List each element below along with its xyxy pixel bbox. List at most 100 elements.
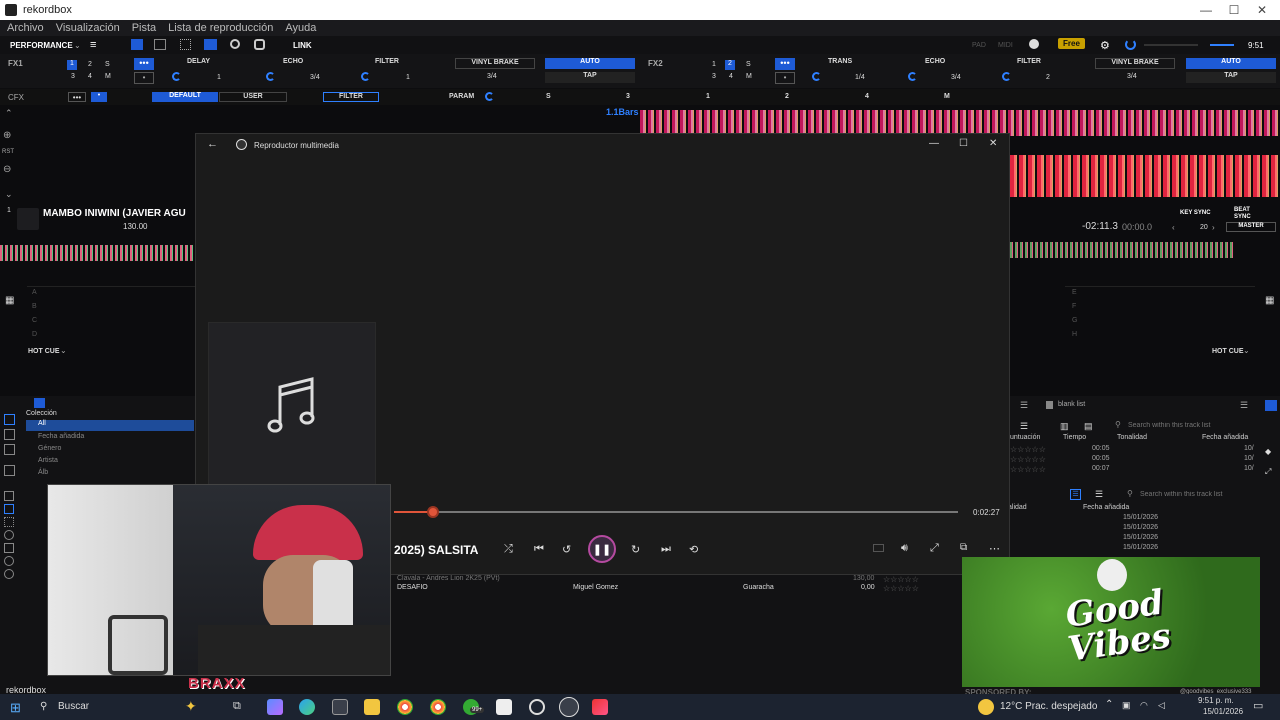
beat-right-icon[interactable]: › (1212, 223, 1215, 232)
master-button[interactable]: MASTER (1226, 222, 1276, 232)
repeat-icon[interactable]: ⟲ (689, 543, 698, 556)
seek-thumb[interactable] (427, 506, 440, 518)
hotcue-c[interactable]: C (32, 317, 37, 324)
task-view-icon[interactable]: ⧉ (233, 700, 241, 713)
fx1-knob-3[interactable] (361, 72, 370, 81)
col-fecha[interactable]: Fecha añadida (1202, 434, 1248, 441)
tag-icon[interactable]: ◆ (1265, 447, 1271, 456)
fx1-slot-echo[interactable]: ECHO (283, 58, 303, 65)
rating-stars[interactable]: ☆☆☆☆☆ (1010, 455, 1046, 464)
collapse-up-icon[interactable]: ⌃ (5, 108, 13, 119)
list-view-icon-2[interactable]: ☰ (1070, 489, 1081, 500)
record-icon[interactable] (230, 39, 240, 49)
list-icon-b[interactable]: ☰ (1240, 400, 1248, 411)
media-player-taskbar-icon[interactable] (559, 697, 579, 717)
collapse-down-icon[interactable]: ⌄ (5, 189, 13, 200)
detail-icon[interactable]: ▤ (1084, 421, 1093, 432)
menu-archivo[interactable]: Archivo (7, 22, 44, 34)
speaker-icon[interactable]: ◁ (1158, 700, 1165, 711)
fx2-num-2[interactable]: 2 (725, 60, 735, 70)
bookmark-icon[interactable] (4, 491, 14, 501)
fx2-vinyl-brake[interactable]: VINYL BRAKE (1095, 58, 1175, 69)
rating-stars[interactable]: ☆☆☆☆☆ (883, 584, 919, 593)
obs-icon[interactable] (529, 699, 545, 715)
player-close-icon[interactable]: ✕ (989, 138, 997, 149)
previous-icon[interactable]: ⏮ (534, 543, 544, 556)
deck2-waveform[interactable] (1010, 155, 1280, 197)
copilot-sparkle-icon[interactable]: ✦ (185, 698, 197, 715)
more-options-icon[interactable]: ⋯ (989, 542, 1000, 555)
fx2-slot-echo[interactable]: ECHO (925, 58, 945, 65)
col-tiempo[interactable]: Tiempo (1063, 434, 1086, 441)
next-icon[interactable]: ⏭ (661, 543, 671, 556)
fx2-more-button[interactable]: ••• (775, 58, 795, 70)
cfx-user-button[interactable]: USER (219, 92, 287, 102)
table-row[interactable]: DESAFIO Miguel Gomez Guaracha 0,00 ☆☆☆☆☆ (393, 584, 953, 594)
deck1-hotcue-label[interactable]: HOT CUE (28, 348, 60, 355)
app-icon[interactable] (496, 699, 512, 715)
weather-text[interactable]: 12°C Prac. despejado (1000, 701, 1097, 712)
subtitles-icon[interactable] (873, 544, 884, 552)
taskbar-clock-time[interactable]: 9:51 p. m. (1198, 696, 1234, 705)
fx1-vinyl-brake[interactable]: VINYL BRAKE (455, 58, 535, 69)
grid-view-icon[interactable] (4, 517, 14, 527)
pad-grid-icon-right[interactable]: ▦ (1265, 295, 1274, 306)
menu-lista[interactable]: Lista de reproducción (168, 22, 273, 34)
fx1-num-1[interactable]: 1 (67, 60, 77, 70)
tree-view-icon[interactable] (4, 504, 14, 514)
hotcue-b[interactable]: B (32, 303, 37, 310)
tree-album[interactable]: Álb (26, 467, 194, 479)
cfx-param-knob[interactable] (485, 92, 494, 101)
deck1-mini-waveform[interactable] (0, 245, 195, 261)
free-badge[interactable]: Free (1058, 38, 1085, 49)
playlist-icon[interactable] (4, 429, 15, 440)
table-row[interactable]: ☆☆☆☆☆ 00:07 10/ (1010, 465, 1265, 475)
fx1-on-button[interactable]: • (134, 72, 154, 84)
rewind-10-icon[interactable]: ↺ (562, 543, 571, 556)
track-search-input-2[interactable] (1140, 487, 1270, 501)
record-icon-2[interactable] (4, 569, 14, 579)
tray-chevron-icon[interactable]: ⌃ (1105, 699, 1113, 710)
fx2-num-1[interactable]: 1 (712, 61, 716, 68)
tree-all[interactable]: All (26, 420, 194, 431)
blank-list-label[interactable]: blank list (1058, 401, 1085, 408)
volume-icon[interactable]: 🔊︎ (901, 542, 908, 555)
key-sync-button[interactable]: KEY SYNC (1180, 210, 1211, 216)
menu-pista[interactable]: Pista (132, 22, 156, 34)
deck1-hotcue-chevron-icon[interactable]: ⌄ (60, 346, 67, 355)
fx2-auto-button[interactable]: AUTO (1186, 58, 1276, 69)
browser-view-icon[interactable] (34, 398, 45, 408)
fx1-knob-2[interactable] (266, 72, 275, 81)
notification-icon[interactable]: ▭ (1253, 699, 1263, 712)
col-tonalidad[interactable]: Tonalidad (1117, 434, 1147, 441)
zoom-in-icon[interactable]: ⊕ (3, 130, 11, 141)
tree-artista[interactable]: Artista (26, 455, 194, 467)
fx2-num-4[interactable]: 4 (729, 73, 733, 80)
fx2-on-button[interactable]: • (775, 72, 795, 84)
layout-2-icon[interactable] (154, 39, 166, 50)
windows-start-icon[interactable]: ⊞ (10, 700, 21, 716)
beat-left-icon[interactable]: ‹ (1172, 223, 1175, 232)
taskbar-search[interactable]: Buscar (58, 701, 89, 712)
fx2-num-3[interactable]: 3 (712, 73, 716, 80)
rating-stars[interactable]: ☆☆☆☆☆ (1010, 445, 1046, 454)
tiktok-icon[interactable] (592, 699, 608, 715)
fx2-num-m[interactable]: M (746, 73, 752, 80)
hotcue-e[interactable]: E (1072, 289, 1077, 296)
tree-genero[interactable]: Género (26, 443, 194, 455)
settings-gear-icon[interactable]: ⚙ (1100, 39, 1110, 52)
collection-icon[interactable] (4, 414, 15, 425)
hotcue-h[interactable]: H (1072, 331, 1077, 338)
forward-30-icon[interactable]: ↻ (631, 543, 640, 556)
fx2-num-s[interactable]: S (746, 61, 751, 68)
fx2-knob-2[interactable] (908, 72, 917, 81)
mini-player-icon[interactable]: ⧉ (960, 542, 967, 553)
minimize-icon[interactable]: — (1192, 0, 1220, 20)
tree-fecha[interactable]: Fecha añadida (26, 431, 194, 443)
store-icon[interactable] (332, 699, 348, 715)
hotcue-d[interactable]: D (32, 331, 37, 338)
copilot-icon[interactable] (267, 699, 283, 715)
tree-coleccion[interactable]: Colección (26, 410, 194, 420)
fx2-knob-3[interactable] (1002, 72, 1011, 81)
columns-icon[interactable]: ▥ (1060, 421, 1069, 432)
